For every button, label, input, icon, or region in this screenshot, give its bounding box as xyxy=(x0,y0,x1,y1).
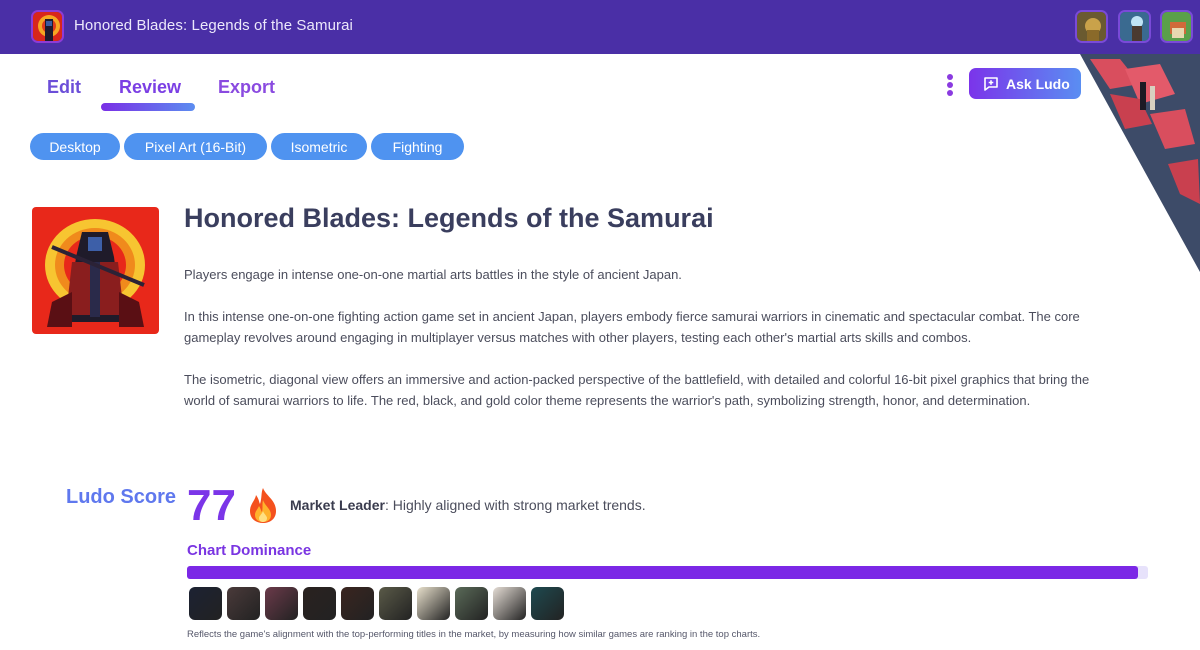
tab-review[interactable]: Review xyxy=(119,77,181,98)
tag-chip[interactable]: Fighting xyxy=(371,133,464,160)
fire-icon xyxy=(246,486,280,524)
similar-title-thumbnail[interactable] xyxy=(189,587,222,620)
chat-plus-icon xyxy=(984,76,998,91)
game-description: The isometric, diagonal view offers an i… xyxy=(184,372,1090,408)
active-tab-indicator xyxy=(101,103,195,111)
game-description: In this intense one-on-one fighting acti… xyxy=(184,309,1080,345)
tab-export[interactable]: Export xyxy=(218,77,275,98)
ludo-score-label: Ludo Score xyxy=(66,486,177,508)
kebab-dot-icon xyxy=(947,82,953,88)
game-cover-image xyxy=(32,207,159,334)
tag-chip[interactable]: Pixel Art (16-Bit) xyxy=(124,133,267,160)
ludo-score-value: 77 xyxy=(187,481,236,530)
similar-title-thumbnail[interactable] xyxy=(531,587,564,620)
kebab-dot-icon xyxy=(947,74,953,80)
similar-title-thumbnail[interactable] xyxy=(227,587,260,620)
recent-project-thumbnail[interactable] xyxy=(1118,10,1151,43)
tag-chip[interactable]: Isometric xyxy=(271,133,367,160)
top-bar: Honored Blades: Legends of the Samurai xyxy=(0,0,1200,54)
similar-title-thumbnail[interactable] xyxy=(493,587,526,620)
tab-edit[interactable]: Edit xyxy=(47,77,81,98)
similar-title-thumbnail[interactable] xyxy=(417,587,450,620)
chart-dominance-footnote: Reflects the game's alignment with the t… xyxy=(187,629,761,640)
similar-title-thumbnail[interactable] xyxy=(379,587,412,620)
similar-title-thumbnail[interactable] xyxy=(265,587,298,620)
score-tier-detail: : Highly aligned with strong market tren… xyxy=(384,497,646,513)
ask-ludo-label: Ask Ludo xyxy=(1006,75,1070,92)
game-title: Honored Blades: Legends of the Samurai xyxy=(184,203,714,233)
similar-titles-list xyxy=(189,587,564,620)
ask-ludo-button[interactable]: Ask Ludo xyxy=(969,68,1081,99)
app-title: Honored Blades: Legends of the Samurai xyxy=(74,17,353,34)
score-tier-description: Market Leader: Highly aligned with stron… xyxy=(290,497,646,513)
similar-title-thumbnail[interactable] xyxy=(455,587,488,620)
more-options-button[interactable] xyxy=(945,74,955,98)
chart-dominance-label: Chart Dominance xyxy=(187,542,312,559)
kebab-dot-icon xyxy=(947,90,953,96)
similar-title-thumbnail[interactable] xyxy=(341,587,374,620)
chart-dominance-bar xyxy=(187,566,1148,579)
tag-list: Desktop Pixel Art (16-Bit) Isometric Fig… xyxy=(30,133,464,160)
tag-chip[interactable]: Desktop xyxy=(30,133,120,160)
game-summary: Players engage in intense one-on-one mar… xyxy=(184,267,682,282)
app-icon[interactable] xyxy=(31,10,64,43)
recent-project-thumbnail[interactable] xyxy=(1160,10,1193,43)
similar-title-thumbnail[interactable] xyxy=(303,587,336,620)
chart-dominance-bar-fill xyxy=(187,566,1139,579)
score-tier: Market Leader xyxy=(290,497,385,513)
header-banner-art xyxy=(1080,54,1200,274)
recent-project-thumbnail[interactable] xyxy=(1075,10,1108,43)
